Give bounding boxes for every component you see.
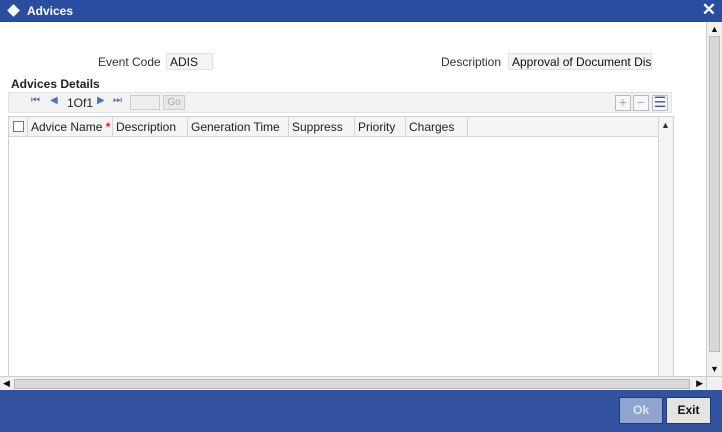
- exit-button[interactable]: Exit: [666, 397, 711, 424]
- title-bar: Advices ✕: [0, 0, 722, 22]
- scrollbar-corner: [706, 376, 722, 390]
- ok-button[interactable]: Ok: [619, 397, 663, 424]
- event-code-field[interactable]: ADIS: [166, 53, 213, 70]
- required-marker: *: [105, 120, 111, 134]
- add-row-icon[interactable]: +: [615, 95, 631, 111]
- prev-page-icon[interactable]: ◀: [50, 95, 58, 106]
- select-all-checkbox[interactable]: [13, 121, 24, 132]
- close-icon[interactable]: ✕: [702, 1, 716, 19]
- scrollbar-thumb[interactable]: [14, 379, 690, 389]
- go-button[interactable]: Go: [163, 95, 185, 110]
- column-header-suppress[interactable]: Suppress: [289, 117, 355, 137]
- column-header-generation-time[interactable]: Generation Time: [188, 117, 289, 137]
- event-code-label: Event Code: [98, 55, 161, 69]
- scrollbar-thumb[interactable]: [709, 36, 720, 352]
- window-horizontal-scrollbar[interactable]: ◀ ▶: [0, 376, 706, 390]
- scroll-right-icon[interactable]: ▶: [696, 378, 703, 389]
- column-header-charges[interactable]: Charges: [406, 117, 468, 137]
- description-label: Description: [441, 55, 502, 69]
- scroll-up-icon[interactable]: ▲: [710, 24, 719, 34]
- next-page-icon[interactable]: ▶: [97, 95, 105, 106]
- scroll-up-icon[interactable]: ▲: [661, 120, 670, 130]
- window-title: Advices: [27, 4, 74, 18]
- single-view-icon[interactable]: ☰: [652, 95, 668, 111]
- advices-grid: Advice Name * Description Generation Tim…: [8, 116, 674, 398]
- pager-text: 1Of1: [67, 96, 94, 110]
- column-header-advice-name[interactable]: Advice Name *: [28, 117, 113, 137]
- column-header-priority[interactable]: Priority: [355, 117, 406, 137]
- select-all-cell: [9, 117, 28, 137]
- column-label: Advice Name: [31, 120, 103, 134]
- remove-row-icon[interactable]: −: [633, 95, 649, 111]
- content-area: Event Code ADIS Description Approval of …: [0, 22, 706, 398]
- column-header-description[interactable]: Description: [113, 117, 188, 137]
- page-number-input[interactable]: [130, 95, 160, 110]
- window-vertical-scrollbar[interactable]: ▲ ▼: [706, 22, 722, 376]
- section-title: Advices Details: [11, 77, 100, 91]
- grid-vertical-scrollbar[interactable]: ▲: [658, 117, 673, 397]
- diamond-icon: [7, 4, 20, 17]
- footer-bar: Ok Exit: [0, 390, 722, 432]
- last-page-icon[interactable]: ⏭: [113, 95, 122, 106]
- grid-header: Advice Name * Description Generation Tim…: [9, 117, 659, 137]
- first-page-icon[interactable]: ⏮: [31, 95, 40, 106]
- scroll-left-icon[interactable]: ◀: [3, 378, 10, 389]
- grid-navigation-bar: ⏮ ◀ 1Of1 ▶ ⏭ Go + − ☰: [8, 92, 672, 113]
- scroll-down-icon[interactable]: ▼: [710, 364, 719, 374]
- description-field[interactable]: Approval of Document Discr: [508, 53, 652, 70]
